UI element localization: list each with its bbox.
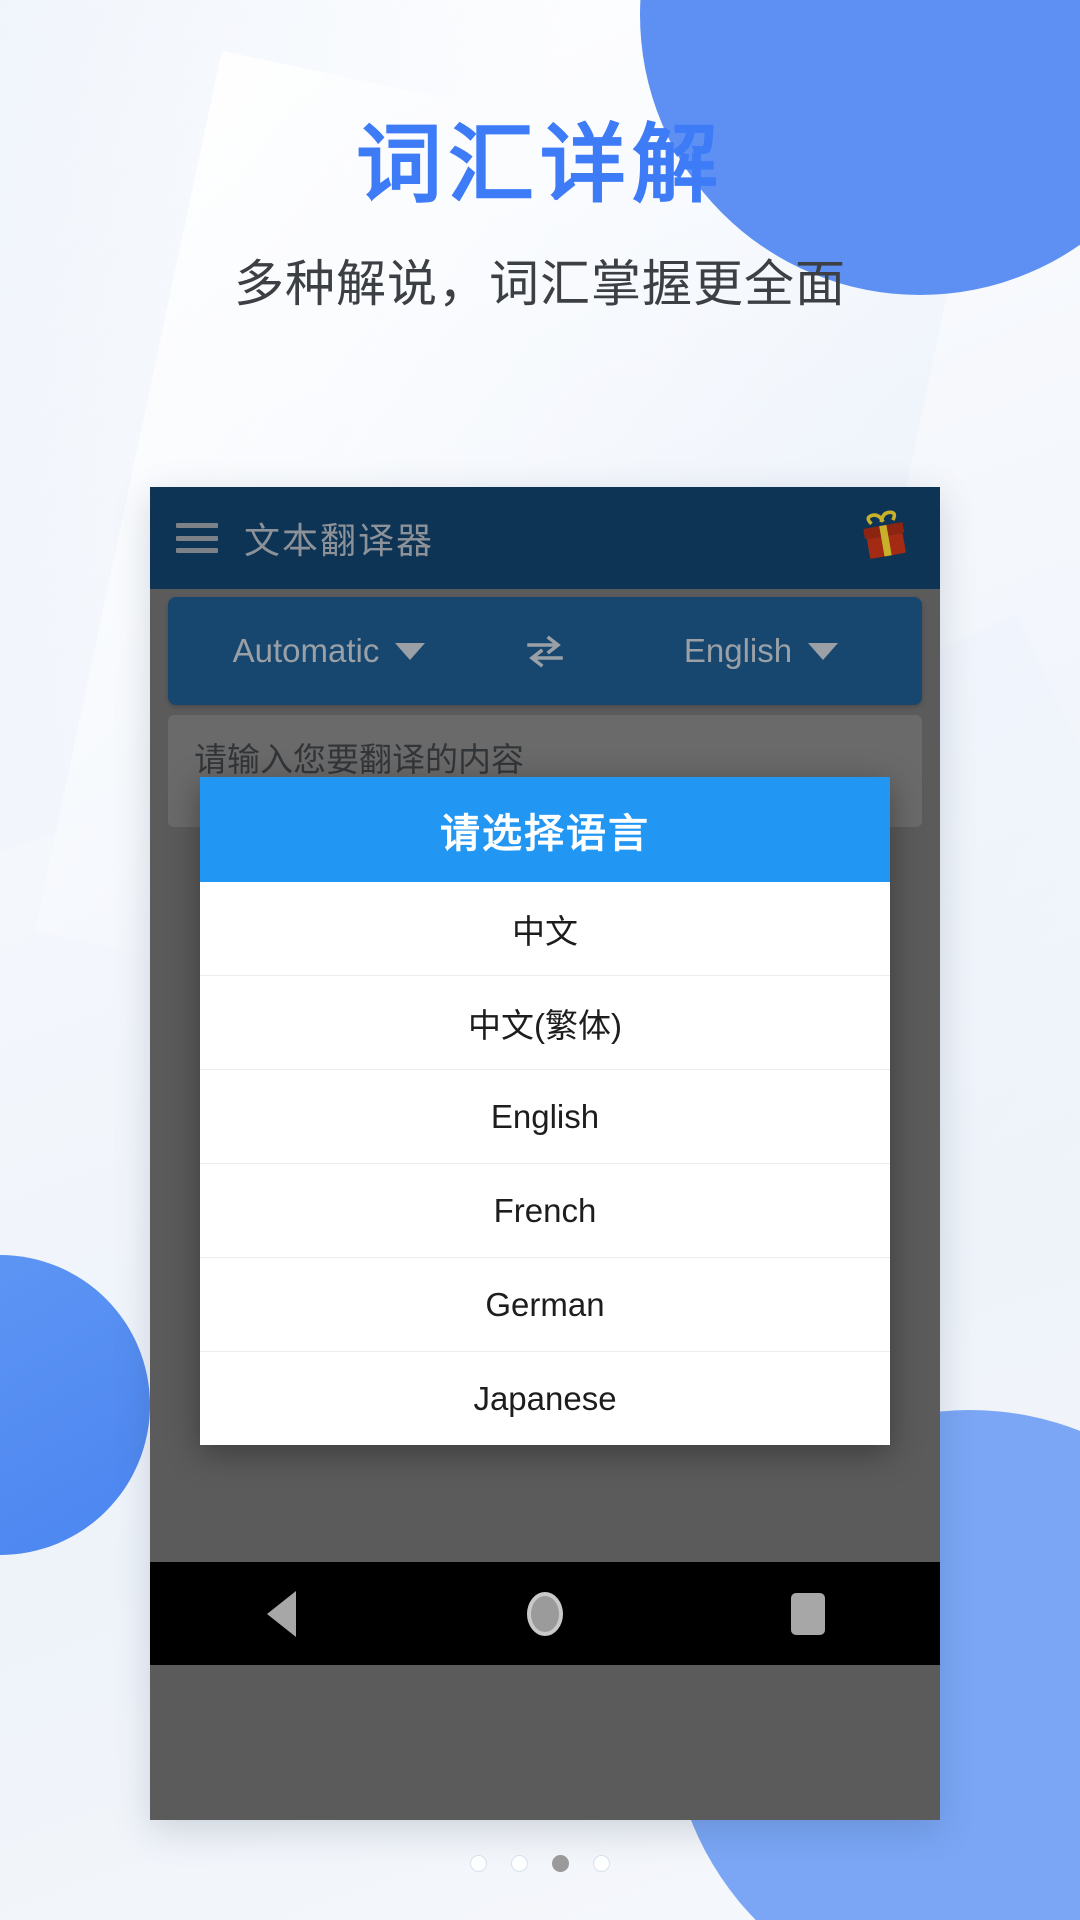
back-triangle-icon xyxy=(267,1590,297,1637)
promo-text-block: 词汇详解 多种解说，词汇掌握更全面 xyxy=(0,120,1080,314)
list-item[interactable]: German xyxy=(200,1258,890,1352)
app-bar-title: 文本翻译器 xyxy=(244,520,435,561)
language-option-label: German xyxy=(485,1285,605,1323)
hamburger-menu-icon[interactable] xyxy=(176,523,218,553)
decorative-circle-bottom-left xyxy=(0,1255,150,1555)
home-circle-icon xyxy=(526,1591,563,1636)
page-dot[interactable] xyxy=(593,1855,610,1872)
page-subtitle: 多种解说，词汇掌握更全面 xyxy=(234,256,846,313)
swap-languages-button[interactable] xyxy=(490,634,600,668)
chevron-down-icon xyxy=(395,642,426,660)
translation-input-placeholder: 请输入您要翻译的内容 xyxy=(194,741,524,778)
target-language-dropdown[interactable]: English xyxy=(600,632,922,670)
recents-square-icon xyxy=(791,1592,826,1635)
chevron-down-icon xyxy=(808,642,839,660)
list-item[interactable]: Japanese xyxy=(200,1352,890,1445)
nav-recents-button[interactable] xyxy=(677,1592,940,1635)
app-bar: 文本翻译器 xyxy=(150,487,940,589)
gift-icon[interactable] xyxy=(856,509,914,567)
source-language-label: Automatic xyxy=(232,632,380,669)
target-language-label: English xyxy=(683,632,793,669)
language-option-label: 中文 xyxy=(512,912,578,950)
list-item[interactable]: French xyxy=(200,1164,890,1258)
page-dot[interactable] xyxy=(511,1855,528,1872)
dialog-title: 请选择语言 xyxy=(440,811,650,856)
source-language-dropdown[interactable]: Automatic xyxy=(168,632,490,670)
page-dot[interactable] xyxy=(470,1855,487,1872)
list-item[interactable]: 中文(繁体) xyxy=(200,976,890,1070)
language-option-label: Japanese xyxy=(473,1379,617,1417)
page-title: 词汇详解 xyxy=(356,117,724,213)
swap-horizontal-icon xyxy=(527,635,563,668)
android-navigation-bar xyxy=(150,1562,940,1665)
language-option-label: English xyxy=(490,1097,600,1135)
nav-back-button[interactable] xyxy=(150,1590,413,1637)
language-option-label: French xyxy=(493,1191,597,1229)
page-dot-active[interactable] xyxy=(552,1855,569,1872)
language-list: 中文 中文(繁体) English French German Japanese xyxy=(200,882,890,1445)
dialog-header: 请选择语言 xyxy=(200,777,890,882)
page-indicator xyxy=(0,1855,1080,1872)
language-selector-bar: Automatic English xyxy=(168,597,922,705)
language-option-label: 中文(繁体) xyxy=(468,1006,622,1044)
language-selection-dialog: 请选择语言 中文 中文(繁体) English French German Ja… xyxy=(200,777,890,1445)
nav-home-button[interactable] xyxy=(413,1591,676,1636)
list-item[interactable]: 中文 xyxy=(200,882,890,976)
list-item[interactable]: English xyxy=(200,1070,890,1164)
